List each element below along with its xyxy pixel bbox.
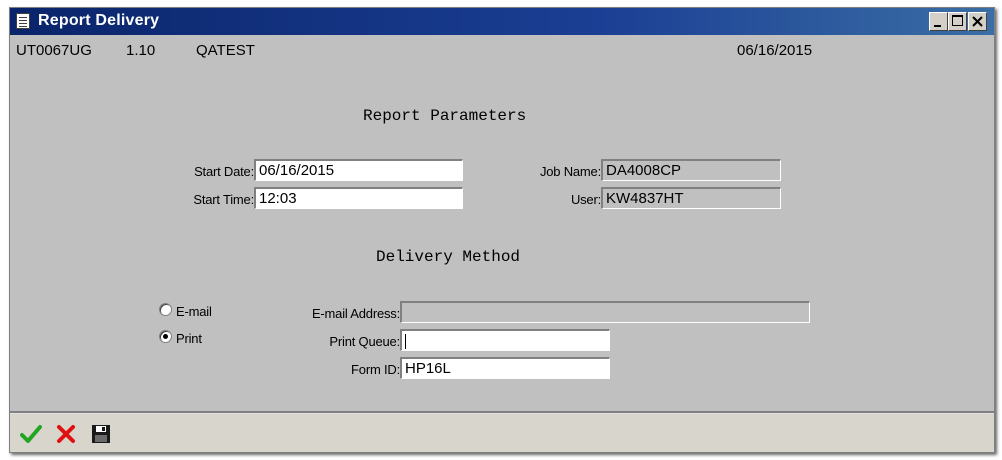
print-option-label[interactable]: Print [176,331,202,346]
current-date: 06/16/2015 [737,42,813,59]
floppy-disk-icon[interactable] [90,423,112,445]
program-id: UT0067UG [16,42,92,59]
user-field: KW4837HT [601,187,781,209]
report-parameters-heading: Report Parameters [363,107,527,125]
text-cursor [405,333,406,349]
email-address-label: E-mail Address: [311,306,400,321]
job-name-label: Job Name: [539,164,601,179]
x-icon[interactable] [55,423,77,445]
job-name-field: DA4008CP [601,159,781,181]
report-delivery-window: Report Delivery UT0067UG 1.10 QATEST 06/… [9,7,995,453]
maximize-button[interactable] [948,12,967,31]
form-id-label: Form ID: [351,362,400,377]
window-title: Report Delivery [38,12,160,29]
start-date-label: Start Date: [194,164,254,179]
program-version: 1.10 [126,42,156,59]
environment-name: QATEST [196,42,255,59]
email-address-field [400,301,810,323]
form-id-field[interactable]: HP16L [400,357,610,379]
report-document-icon [16,13,30,29]
start-time-field[interactable]: 12:03 [254,187,463,209]
delivery-method-heading: Delivery Method [376,248,521,266]
email-option-label[interactable]: E-mail [176,304,212,319]
start-date-field[interactable]: 06/16/2015 [254,159,463,181]
email-radio[interactable] [159,303,172,316]
close-icon [972,16,983,27]
print-queue-label: Print Queue: [329,334,400,349]
print-queue-field[interactable] [400,329,610,351]
print-radio[interactable] [159,330,172,343]
checkmark-icon[interactable] [20,423,42,445]
start-time-label: Start Time: [193,192,254,207]
info-bar: UT0067UG 1.10 QATEST 06/16/2015 [10,39,994,63]
close-button[interactable] [968,12,987,31]
minimize-button[interactable] [929,12,948,31]
user-label: User: [570,192,601,207]
title-bar[interactable]: Report Delivery [10,8,994,35]
action-toolbar [10,414,994,452]
